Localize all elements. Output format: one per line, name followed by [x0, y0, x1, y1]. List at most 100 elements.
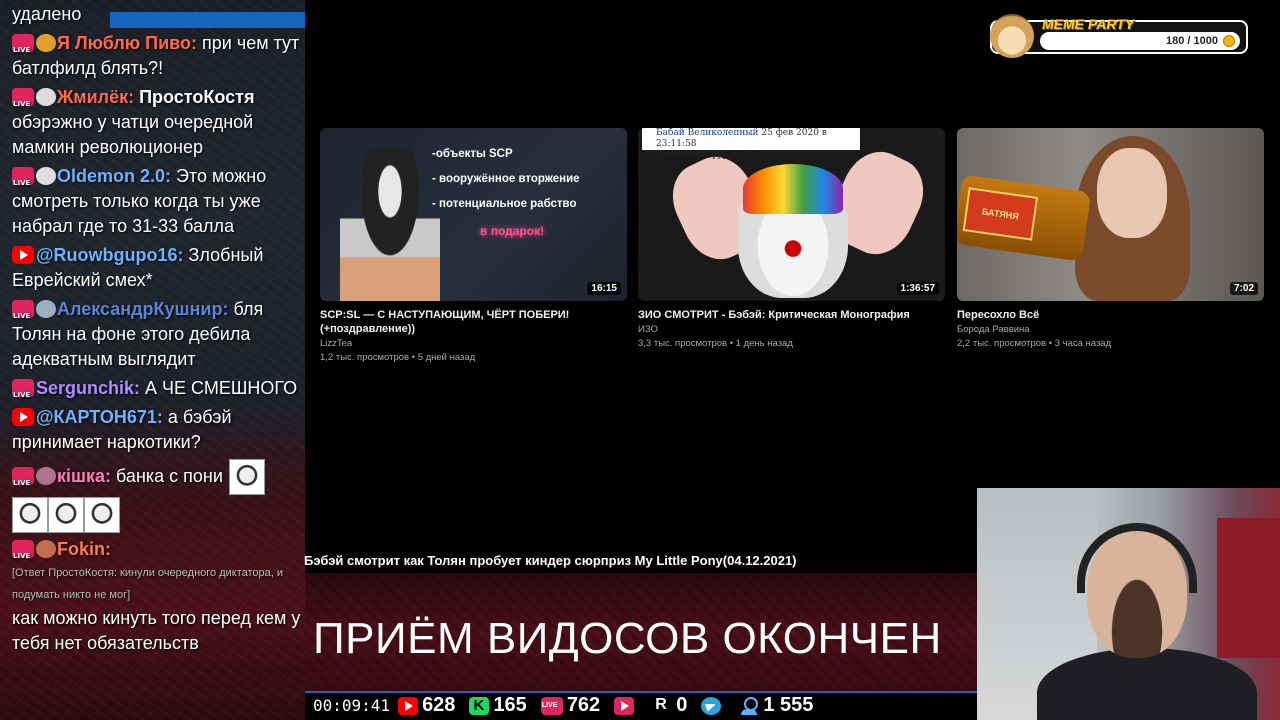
thumbnail-text: -объекты SCP - вооружённое вторжение - п…: [432, 142, 580, 217]
chat-mention: ПростоКостя: [139, 87, 255, 107]
play-icon: [614, 696, 635, 715]
youtube-stat: 628: [398, 694, 455, 717]
webcam-feed: [977, 488, 1280, 720]
video-meta: 3,3 тыс. просмотров • 1 день назад: [638, 338, 793, 349]
chat-username[interactable]: Я Люблю Пиво:: [57, 33, 202, 53]
live-stat: 762: [540, 694, 601, 717]
youtube-badge-icon: [12, 408, 34, 426]
chat-message: Fokin: [Ответ ПростоКостя: кинули очеред…: [12, 537, 302, 656]
avatar-emote-icon: [36, 88, 56, 106]
live-badge-icon: [12, 300, 34, 329]
video-thumbnail[interactable]: Бабай Великолепный 25 фев 2020 в 23:11:5…: [638, 128, 945, 301]
avatar-emote-icon: [36, 466, 56, 485]
user-icon: [739, 696, 759, 715]
video-duration: 16:15: [587, 282, 621, 295]
video-meta: 1,2 тыс. просмотров • 5 дней назад: [320, 352, 476, 363]
meme-party-count: 180 / 1000: [1166, 35, 1218, 47]
chat-message: Жмилёк: ПростоКостя обэрэжно у чатци оче…: [12, 85, 302, 160]
kick-stat: 165: [469, 694, 527, 717]
kick-count: 165: [493, 694, 527, 716]
live-badge-icon: [12, 540, 34, 569]
video-thumbnail[interactable]: БАТЯНЯ 7:02: [957, 128, 1264, 301]
thumbnail-line: -объекты SCP: [432, 148, 513, 160]
chat-reply-quote: [Ответ ПростоКостя: кинули очередного ди…: [12, 567, 284, 601]
chat-messages: удалено Я Люблю Пиво: при чем тут батлфил…: [12, 2, 302, 656]
face-art: [1097, 148, 1167, 238]
chat-username[interactable]: Oldemon 2.0:: [57, 166, 176, 186]
bottle-label: БАТЯНЯ: [962, 187, 1039, 241]
chat-text: банка с пони: [116, 465, 223, 486]
thumbnail-gift-text: в подарок!: [480, 224, 545, 238]
chat-text: А ЧЕ СМЕШНОГО: [145, 378, 298, 398]
viewers-stat: 1 555: [739, 694, 813, 717]
video-duration: 1:36:57: [896, 282, 939, 295]
bottle-art: БАТЯНЯ: [957, 174, 1092, 262]
meme-party-bar: 180 / 1000: [1040, 32, 1240, 50]
webcam-flag: [1217, 518, 1280, 658]
chat-message: удалено: [12, 2, 302, 27]
chat-message: АлександрКушнир: бля Толян на фоне этого…: [12, 297, 302, 372]
live-badge-icon: [12, 379, 34, 408]
video-thumbnail[interactable]: -объекты SCP - вооружённое вторжение - п…: [320, 128, 627, 301]
video-channel[interactable]: Борода Раввина: [957, 324, 1264, 335]
play-stat: [614, 696, 638, 715]
chat-text: как можно кинуть того перед кем у тебя н…: [12, 608, 301, 653]
telegram-stat: [701, 696, 725, 715]
live-badge-icon: [12, 88, 34, 117]
live-badge-icon: [12, 34, 34, 63]
comment-text: Аргониане фурри: [656, 150, 741, 160]
youtube-icon: [398, 696, 419, 715]
chat-panel: удалено Я Люблю Пиво: при чем тут батлфил…: [0, 0, 305, 720]
avatar-emote-icon: [36, 300, 56, 318]
video-duration: 7:02: [1229, 282, 1258, 295]
telegram-icon: [701, 696, 722, 715]
chat-message: Sergunchik: А ЧЕ СМЕШНОГО: [12, 376, 302, 408]
stream-timer: 00:09:41: [313, 696, 391, 715]
avatar-emote-icon: [36, 167, 56, 185]
chat-message: @КАРТОН671: а бэбэй принимает наркотики?: [12, 405, 302, 455]
video-channel[interactable]: ИЗО: [638, 324, 945, 335]
live-badge-icon: [12, 466, 34, 496]
chat-message: кiшка: банка с пони: [12, 459, 302, 533]
chat-message: @Ruowbgupo16: Злобный Еврейский смех*: [12, 243, 302, 293]
chat-username[interactable]: кiшка:: [57, 466, 116, 486]
banner-text: ПРИЁМ ВИДОСОВ ОКОНЧЕН: [313, 614, 942, 663]
chat-username[interactable]: Fokin:: [57, 539, 111, 559]
face-emote-icon: [48, 497, 84, 533]
doge-icon: [990, 14, 1034, 58]
comment-card: Бабай Великолепный 25 фев 2020 в 23:11:5…: [642, 128, 860, 160]
chat-text: удалено: [12, 4, 82, 24]
emote-row: [12, 497, 302, 533]
video-channel[interactable]: LizzTea: [320, 338, 627, 349]
live-icon: [540, 696, 563, 715]
chat-username[interactable]: @КАРТОН671:: [36, 407, 168, 427]
stats-bar: 00:09:41 628 165 762 0 1 555: [305, 691, 977, 720]
live-count: 762: [566, 694, 601, 716]
chat-username[interactable]: @Ruowbgupo16:: [36, 245, 189, 265]
avatar-emote-icon: [36, 540, 56, 558]
stream-screen: удалено Я Люблю Пиво: при чем тут батлфил…: [0, 0, 1280, 720]
video-card[interactable]: Бабай Великолепный 25 фев 2020 в 23:11:5…: [638, 128, 945, 349]
chat-username[interactable]: Sergunchik:: [36, 378, 145, 398]
video-title[interactable]: Пересохло Всё: [957, 308, 1264, 322]
video-card[interactable]: -объекты SCP - вооружённое вторжение - п…: [320, 128, 627, 363]
thumbnail-line: - вооружённое вторжение: [432, 173, 580, 185]
video-card[interactable]: БАТЯНЯ 7:02 Пересохло Всё Борода Раввина…: [957, 128, 1264, 349]
chat-username[interactable]: Жмилёк:: [57, 87, 139, 107]
face-emote-icon: [228, 459, 265, 495]
stream-caption: Бэбэй смотрит как Толян пробует киндер с…: [304, 553, 797, 568]
rutube-stat: 0: [652, 694, 687, 717]
meme-party-title: MEME PARTY: [1042, 16, 1135, 32]
video-title[interactable]: SCP:SL — С НАСТУПАЮЩИМ, ЧЁРТ ПОБЕРИ! (+п…: [320, 308, 627, 336]
video-title[interactable]: ЗИО СМОТРИТ - Бэбэй: Критическая Моногра…: [638, 308, 945, 322]
meme-party-widget: MEME PARTY 180 / 1000: [990, 14, 1248, 58]
chat-message: Oldemon 2.0: Это можно смотреть только к…: [12, 164, 302, 239]
face-emote-icon: [84, 497, 120, 533]
rutube-icon: [652, 696, 672, 715]
youtube-badge-icon: [12, 246, 34, 264]
viewers-count: 1 555: [763, 694, 814, 716]
chat-username[interactable]: АлександрКушнир:: [57, 299, 233, 319]
coin-icon: [1223, 35, 1235, 47]
kick-icon: [469, 696, 490, 715]
chat-message: Я Люблю Пиво: при чем тут батлфилд блять…: [12, 31, 302, 81]
